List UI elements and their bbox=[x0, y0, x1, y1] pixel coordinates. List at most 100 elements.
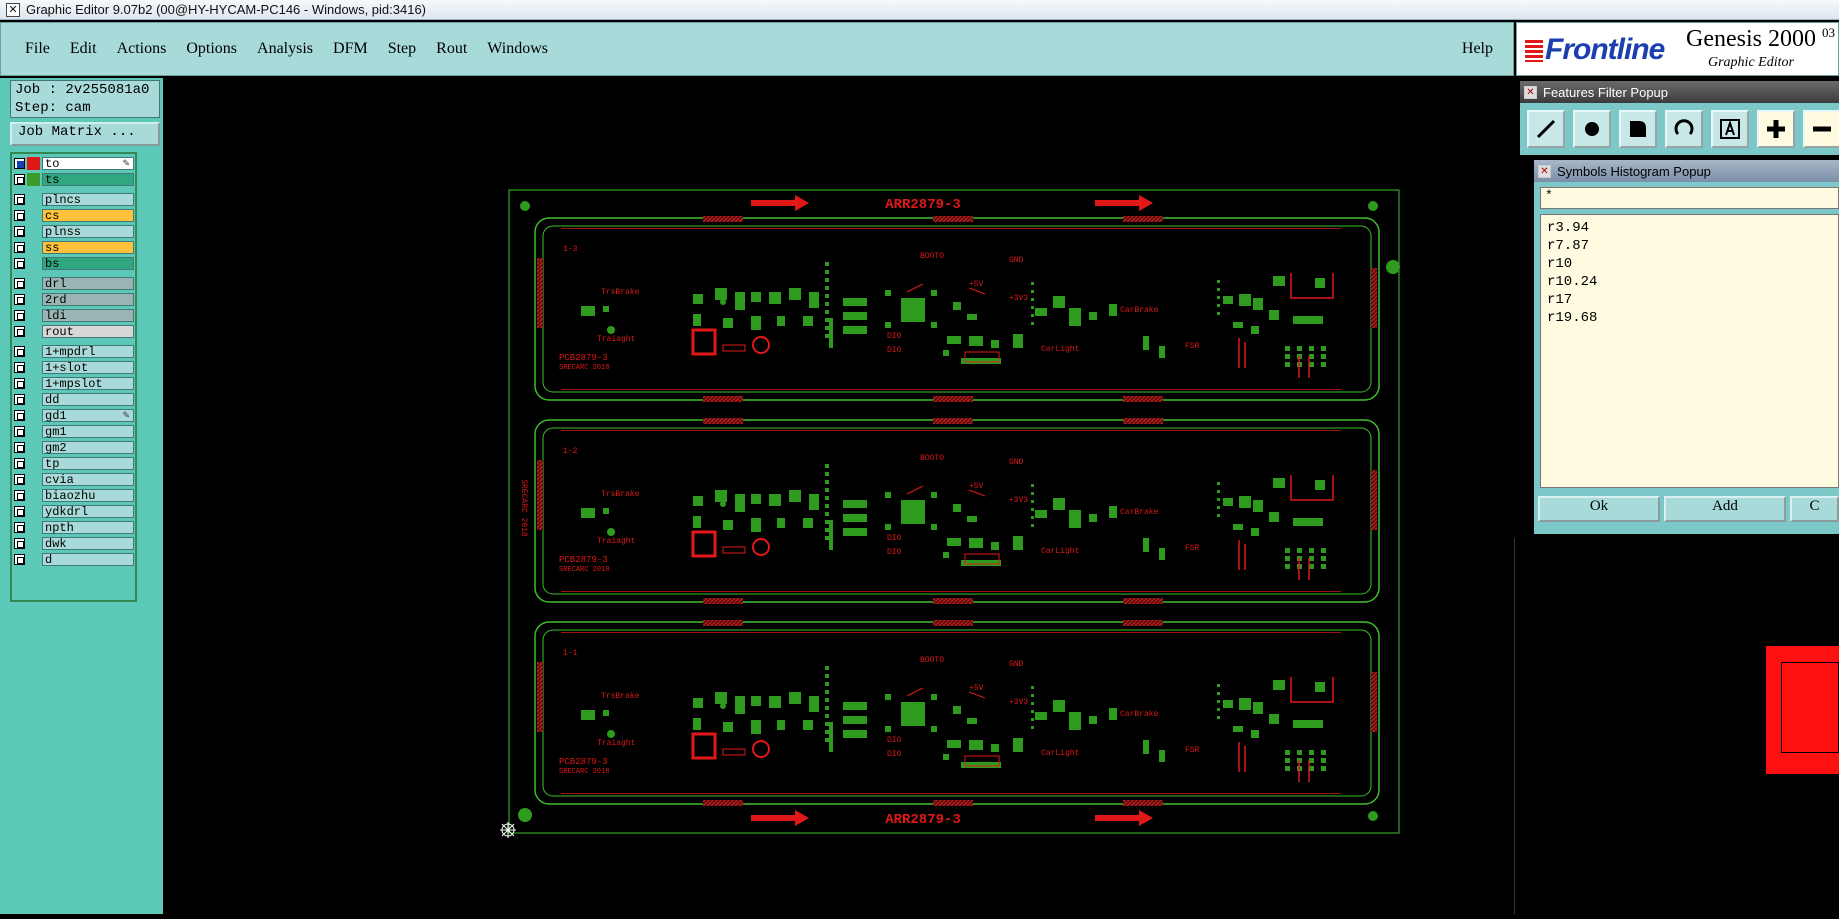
layer-color-swatch[interactable] bbox=[27, 241, 40, 254]
filter-text-button[interactable] bbox=[1711, 110, 1749, 148]
layer-color-swatch[interactable] bbox=[27, 361, 40, 374]
layer-checkbox[interactable] bbox=[14, 225, 25, 237]
layer-checkbox[interactable] bbox=[14, 505, 25, 517]
layer-name[interactable]: to bbox=[42, 156, 134, 170]
job-matrix-button[interactable]: Job Matrix ... bbox=[10, 122, 160, 146]
layer-row-drl[interactable]: drl bbox=[14, 276, 134, 290]
layer-color-swatch[interactable] bbox=[27, 473, 40, 486]
symbol-item[interactable]: r10.24 bbox=[1547, 273, 1832, 291]
filter-line-button[interactable] bbox=[1527, 110, 1565, 148]
layer-name[interactable]: 1+mpdrl bbox=[42, 344, 134, 358]
layer-row-plnss[interactable]: plnss bbox=[14, 224, 134, 238]
ok-button[interactable]: Ok bbox=[1538, 496, 1660, 522]
symbol-item[interactable]: r7.87 bbox=[1547, 237, 1832, 255]
layer-row-1+slot[interactable]: 1+slot bbox=[14, 360, 134, 374]
pcb-panel-drawing[interactable]: ARR2879-3 ARR2879-3 SRECARC 2018 1-3 PCB2879… bbox=[163, 78, 1513, 914]
layer-row-ts[interactable]: ts bbox=[14, 172, 134, 186]
layer-row-gm2[interactable]: gm2 bbox=[14, 440, 134, 454]
layer-name[interactable]: tp bbox=[42, 456, 134, 470]
filter-pad-button[interactable] bbox=[1573, 110, 1611, 148]
layer-name[interactable]: ts bbox=[42, 172, 134, 186]
menu-windows[interactable]: Windows bbox=[477, 40, 558, 58]
layer-name[interactable]: 2rd bbox=[42, 292, 134, 306]
layer-color-swatch[interactable] bbox=[27, 505, 40, 518]
layer-color-swatch[interactable] bbox=[27, 257, 40, 270]
layer-name[interactable]: rout bbox=[42, 324, 134, 338]
layer-checkbox[interactable] bbox=[14, 173, 25, 185]
layer-checkbox[interactable] bbox=[14, 193, 25, 205]
layer-name[interactable]: 1+slot bbox=[42, 360, 134, 374]
symbol-item[interactable]: r10 bbox=[1547, 255, 1832, 273]
add-button[interactable]: Add bbox=[1664, 496, 1786, 522]
layer-name[interactable]: d bbox=[42, 552, 134, 566]
symbol-list[interactable]: r3.94 r7.87 r10 r10.24 r17 r19.68 bbox=[1540, 214, 1839, 488]
layer-checkbox[interactable] bbox=[14, 277, 25, 289]
layer-row-npth[interactable]: npth bbox=[14, 520, 134, 534]
layer-color-swatch[interactable] bbox=[27, 325, 40, 338]
menu-file[interactable]: File bbox=[15, 40, 60, 58]
layer-checkbox[interactable] bbox=[14, 489, 25, 501]
layer-color-swatch[interactable] bbox=[27, 172, 40, 186]
layer-checkbox[interactable] bbox=[14, 157, 25, 169]
layer-color-swatch[interactable] bbox=[27, 489, 40, 502]
layer-checkbox[interactable] bbox=[14, 393, 25, 405]
menu-help[interactable]: Help bbox=[1452, 40, 1503, 58]
filter-surface-button[interactable] bbox=[1619, 110, 1657, 148]
menu-analysis[interactable]: Analysis bbox=[247, 40, 323, 58]
symbol-item[interactable]: r17 bbox=[1547, 291, 1832, 309]
symbol-item[interactable]: r3.94 bbox=[1547, 219, 1832, 237]
layer-checkbox[interactable] bbox=[14, 409, 25, 421]
layer-name[interactable]: cvia bbox=[42, 472, 134, 486]
layer-color-swatch[interactable] bbox=[27, 425, 40, 438]
layer-name[interactable]: ydkdrl bbox=[42, 504, 134, 518]
layer-color-swatch[interactable] bbox=[27, 209, 40, 222]
layer-row-ldi[interactable]: ldi bbox=[14, 308, 134, 322]
layer-name[interactable]: gm1 bbox=[42, 424, 134, 438]
layer-checkbox[interactable] bbox=[14, 457, 25, 469]
layer-name[interactable]: npth bbox=[42, 520, 134, 534]
layer-row-cs[interactable]: cs bbox=[14, 208, 134, 222]
layer-name[interactable]: gd1 bbox=[42, 408, 134, 422]
layer-name[interactable]: cs bbox=[42, 208, 134, 222]
layer-name[interactable]: ss bbox=[42, 240, 134, 254]
layer-row-1+mpdrl[interactable]: 1+mpdrl bbox=[14, 344, 134, 358]
layer-row-rout[interactable]: rout bbox=[14, 324, 134, 338]
layer-color-swatch[interactable] bbox=[27, 293, 40, 306]
layer-checkbox[interactable] bbox=[14, 241, 25, 253]
layer-name[interactable]: biaozhu bbox=[42, 488, 134, 502]
menu-actions[interactable]: Actions bbox=[107, 40, 177, 58]
layer-name[interactable]: bs bbox=[42, 256, 134, 270]
layer-color-swatch[interactable] bbox=[27, 537, 40, 550]
close-button[interactable]: C bbox=[1790, 496, 1839, 522]
symbol-item[interactable]: r19.68 bbox=[1547, 309, 1832, 327]
layer-color-swatch[interactable] bbox=[27, 441, 40, 454]
graphics-viewport[interactable]: ARR2879-3 ARR2879-3 SRECARC 2018 1-3 PCB2879… bbox=[163, 78, 1513, 914]
layer-color-swatch[interactable] bbox=[27, 409, 40, 422]
layer-row-tp[interactable]: tp bbox=[14, 456, 134, 470]
layer-checkbox[interactable] bbox=[14, 345, 25, 357]
layer-name[interactable]: dd bbox=[42, 392, 134, 406]
layer-checkbox[interactable] bbox=[14, 257, 25, 269]
layer-row-ss[interactable]: ss bbox=[14, 240, 134, 254]
layer-name[interactable]: ldi bbox=[42, 308, 134, 322]
layer-checkbox[interactable] bbox=[14, 473, 25, 485]
layer-row-2rd[interactable]: 2rd bbox=[14, 292, 134, 306]
layer-name[interactable]: gm2 bbox=[42, 440, 134, 454]
filter-minus-button[interactable] bbox=[1803, 110, 1839, 148]
symbols-histogram-titlebar[interactable]: ✕ Symbols Histogram Popup bbox=[1534, 160, 1839, 182]
layer-row-gm1[interactable]: gm1 bbox=[14, 424, 134, 438]
layer-color-swatch[interactable] bbox=[27, 156, 40, 170]
layer-row-biaozhu[interactable]: biaozhu bbox=[14, 488, 134, 502]
layer-checkbox[interactable] bbox=[14, 377, 25, 389]
layer-name[interactable]: 1+mpslot bbox=[42, 376, 134, 390]
layer-color-swatch[interactable] bbox=[27, 377, 40, 390]
layer-row-d[interactable]: d bbox=[14, 552, 134, 566]
layer-color-swatch[interactable] bbox=[27, 225, 40, 238]
features-filter-titlebar[interactable]: ✕ Features Filter Popup bbox=[1520, 81, 1839, 103]
menu-options[interactable]: Options bbox=[176, 40, 247, 58]
layer-name[interactable]: plnss bbox=[42, 224, 134, 238]
layer-row-dwk[interactable]: dwk bbox=[14, 536, 134, 550]
layer-row-1+mpslot[interactable]: 1+mpslot bbox=[14, 376, 134, 390]
filter-arc-button[interactable] bbox=[1665, 110, 1703, 148]
layer-checkbox[interactable] bbox=[14, 325, 25, 337]
